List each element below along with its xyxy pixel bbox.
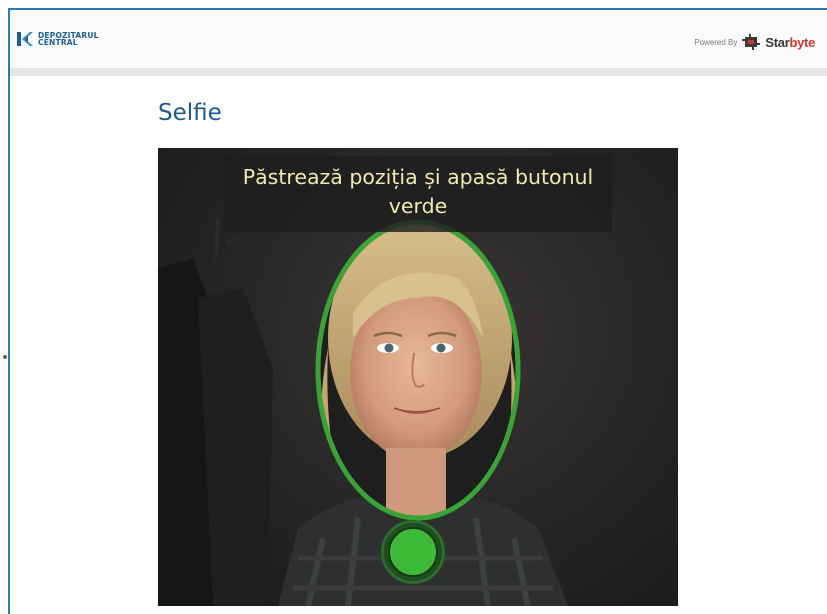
instruction-banner: Păstrează poziția și apasă butonul verde [224,156,612,232]
scroll-marker [3,355,7,359]
logo-text: DEPOZITARUL CENTRAL [38,30,99,47]
starbyte-wordmark: Starbyte [765,35,815,50]
header-bar: DEPOZITARUL CENTRAL Powered By Starbyte [10,10,827,69]
powered-by-label: Powered By [694,37,738,47]
brand-main: Star [765,34,790,50]
header-divider [10,68,827,76]
powered-by: Powered By Starbyte [694,34,815,50]
depozitarul-central-logo: DEPOZITARUL CENTRAL [16,30,99,48]
capture-button-inner[interactable] [388,527,438,577]
brand-accent: byte [789,34,815,50]
page-title: Selfie [158,100,222,126]
camera-preview: Păstrează poziția și apasă butonul verde [158,148,678,606]
dc-logo-icon [17,32,33,46]
capture-button[interactable] [381,520,445,584]
starbyte-icon [742,34,761,50]
